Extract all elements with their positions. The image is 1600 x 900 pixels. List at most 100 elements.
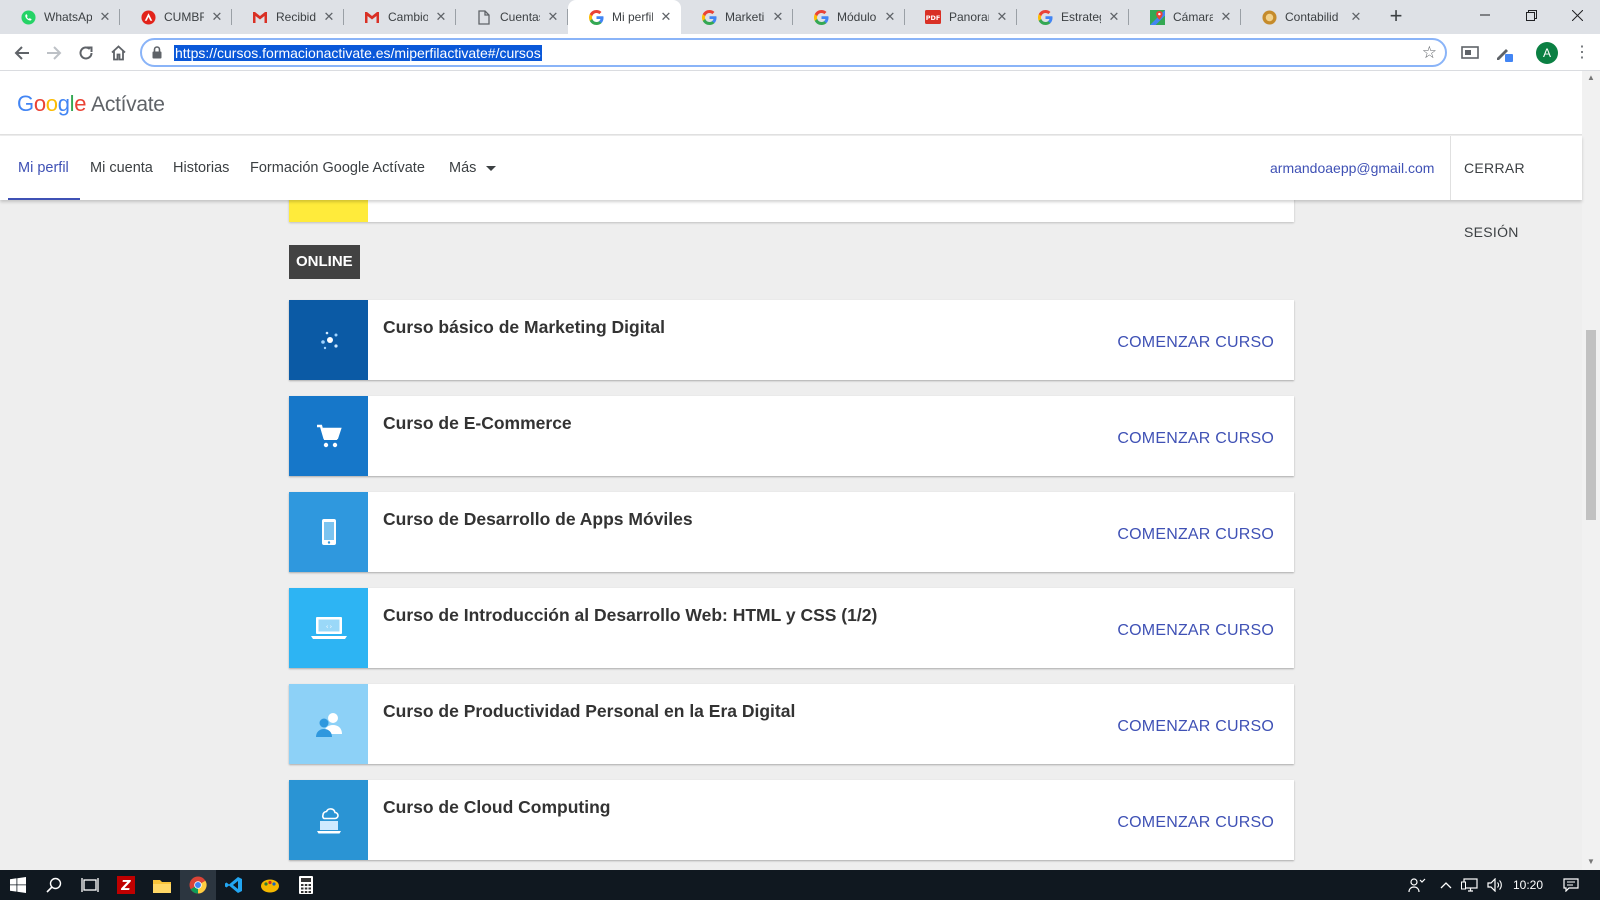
maps-icon [1149, 9, 1165, 25]
minimize-button[interactable] [1462, 0, 1508, 30]
scroll-down-icon[interactable]: ▼ [1586, 857, 1596, 867]
logout-button[interactable]: CERRAR SESIÓN [1464, 136, 1582, 240]
close-icon[interactable]: ✕ [1107, 9, 1121, 25]
cloud-laptop-icon [316, 808, 341, 834]
google-icon [1037, 9, 1053, 25]
close-icon[interactable]: ✕ [1219, 9, 1233, 25]
close-icon[interactable]: ✕ [1349, 9, 1363, 25]
profile-avatar[interactable]: A [1536, 42, 1558, 64]
course-card[interactable]: Curso de E-Commerce COMENZAR CURSO [289, 396, 1294, 476]
start-icon[interactable] [0, 870, 36, 900]
start-course-button[interactable]: COMENZAR CURSO [1117, 526, 1274, 544]
course-title: Curso de Productividad Personal en la Er… [383, 701, 796, 721]
course-thumbnail [289, 780, 368, 860]
scroll-up-icon[interactable]: ▲ [1586, 73, 1596, 83]
close-icon[interactable]: ✕ [995, 9, 1009, 25]
tab-cuentas[interactable]: Cuentas c ✕ [456, 0, 568, 34]
course-card[interactable]: Curso de Productividad Personal en la Er… [289, 684, 1294, 764]
dots-icon [320, 331, 338, 350]
cart-icon [316, 424, 342, 448]
pdf-icon: PDF [925, 9, 941, 25]
course-card[interactable]: Curso de Cloud Computing COMENZAR CURSO [289, 780, 1294, 860]
forward-button[interactable] [40, 39, 68, 67]
filezilla-icon[interactable]: Z [108, 870, 144, 900]
tab-title: Cámara d [1173, 10, 1213, 24]
close-icon[interactable]: ✕ [210, 9, 224, 25]
svg-text:‹›: ‹› [325, 624, 332, 631]
course-thumbnail [289, 684, 368, 764]
close-icon[interactable]: ✕ [98, 9, 112, 25]
task-view-icon[interactable] [72, 870, 108, 900]
nav-formacion[interactable]: Formación Google Actívate [250, 136, 425, 200]
calculator-icon[interactable] [288, 870, 324, 900]
people-tray-icon[interactable] [1404, 870, 1430, 900]
nav-mi-cuenta[interactable]: Mi cuenta [90, 136, 153, 200]
tab-camara[interactable]: Cámara d ✕ [1129, 0, 1241, 34]
cast-icon[interactable] [1460, 43, 1480, 63]
page-scrollbar[interactable]: ▲ ▼ [1582, 71, 1600, 870]
close-icon[interactable]: ✕ [771, 9, 785, 25]
course-title: Curso de Introducción al Desarrollo Web:… [383, 605, 878, 625]
notifications-icon[interactable] [1556, 870, 1586, 900]
tab-whatsapp[interactable]: WhatsApp ✕ [0, 0, 120, 34]
back-button[interactable] [8, 39, 36, 67]
new-tab-button[interactable]: + [1384, 5, 1408, 29]
start-course-button[interactable]: COMENZAR CURSO [1117, 334, 1274, 352]
close-icon[interactable]: ✕ [546, 9, 560, 25]
nav-mas[interactable]: Más [449, 136, 497, 200]
tab-estrategia[interactable]: Estrategia ✕ [1017, 0, 1129, 34]
tab-title: Marketing [725, 10, 765, 24]
start-course-button[interactable]: COMENZAR CURSO [1117, 718, 1274, 736]
course-thumbnail [289, 396, 368, 476]
start-course-button[interactable]: COMENZAR CURSO [1117, 430, 1274, 448]
browser-toolbar: https://cursos.formacionactivate.es/mipe… [0, 34, 1600, 71]
nav-mi-perfil[interactable]: Mi perfil [18, 136, 69, 200]
close-icon[interactable]: ✕ [434, 9, 448, 25]
file-explorer-icon[interactable] [144, 870, 180, 900]
network-icon[interactable] [1458, 870, 1482, 900]
chevron-up-icon[interactable] [1436, 870, 1456, 900]
start-course-button[interactable]: COMENZAR CURSO [1117, 622, 1274, 640]
tab-modulo[interactable]: Módulo 1 ✕ [793, 0, 905, 34]
address-bar[interactable]: https://cursos.formacionactivate.es/mipe… [140, 38, 1447, 67]
course-card[interactable]: ‹› Curso de Introducción al Desarrollo W… [289, 588, 1294, 668]
tab-cumbre[interactable]: CUMBRE ✕ [120, 0, 232, 34]
windows-taskbar: Z 10:20 [0, 870, 1600, 900]
close-icon[interactable]: ✕ [659, 9, 673, 25]
clock[interactable]: 10:20 [1508, 870, 1548, 900]
tab-title: Cuentas c [500, 10, 540, 24]
tab-contabilidad[interactable]: Contabilid ✕ [1241, 0, 1371, 34]
volume-icon[interactable] [1484, 870, 1506, 900]
course-card[interactable]: Curso de Desarrollo de Apps Móviles COME… [289, 492, 1294, 572]
close-icon[interactable]: ✕ [883, 9, 897, 25]
more-menu-icon[interactable]: ⋮ [1574, 42, 1590, 64]
tab-recibidos[interactable]: Recibidos ✕ [232, 0, 344, 34]
course-title: Curso de Cloud Computing [383, 797, 611, 817]
url-text[interactable]: https://cursos.formacionactivate.es/mipe… [174, 45, 542, 61]
tab-mi-perfil[interactable]: Mi perfil A ✕ [568, 0, 681, 34]
paint-icon[interactable] [252, 870, 288, 900]
lock-icon[interactable] [152, 46, 162, 64]
user-email[interactable]: armandoaepp@gmail.com [1270, 136, 1434, 200]
search-icon[interactable] [36, 870, 72, 900]
reload-button[interactable] [72, 39, 100, 67]
course-card[interactable]: Curso básico de Marketing Digital COMENZ… [289, 300, 1294, 380]
close-icon[interactable]: ✕ [322, 9, 336, 25]
nav-historias[interactable]: Historias [173, 136, 229, 200]
scrollbar-thumb[interactable] [1586, 330, 1596, 520]
svg-text:PDF: PDF [926, 14, 941, 22]
restore-button[interactable] [1508, 0, 1554, 30]
tab-cambios[interactable]: Cambios ✕ [344, 0, 456, 34]
close-window-button[interactable] [1554, 0, 1600, 30]
cumbre-icon [140, 9, 156, 25]
start-course-button[interactable]: COMENZAR CURSO [1117, 814, 1274, 832]
vscode-icon[interactable] [216, 870, 252, 900]
bookmark-star-icon[interactable]: ☆ [1422, 43, 1437, 63]
tab-marketing[interactable]: Marketing ✕ [681, 0, 793, 34]
home-button[interactable] [104, 39, 132, 67]
tab-panorama[interactable]: PDF Panorama ✕ [905, 0, 1017, 34]
people-icon [315, 713, 342, 737]
google-activate-logo[interactable]: Google Actívate [17, 91, 165, 117]
extension-icon[interactable] [1494, 43, 1514, 63]
chrome-icon[interactable] [180, 870, 216, 900]
